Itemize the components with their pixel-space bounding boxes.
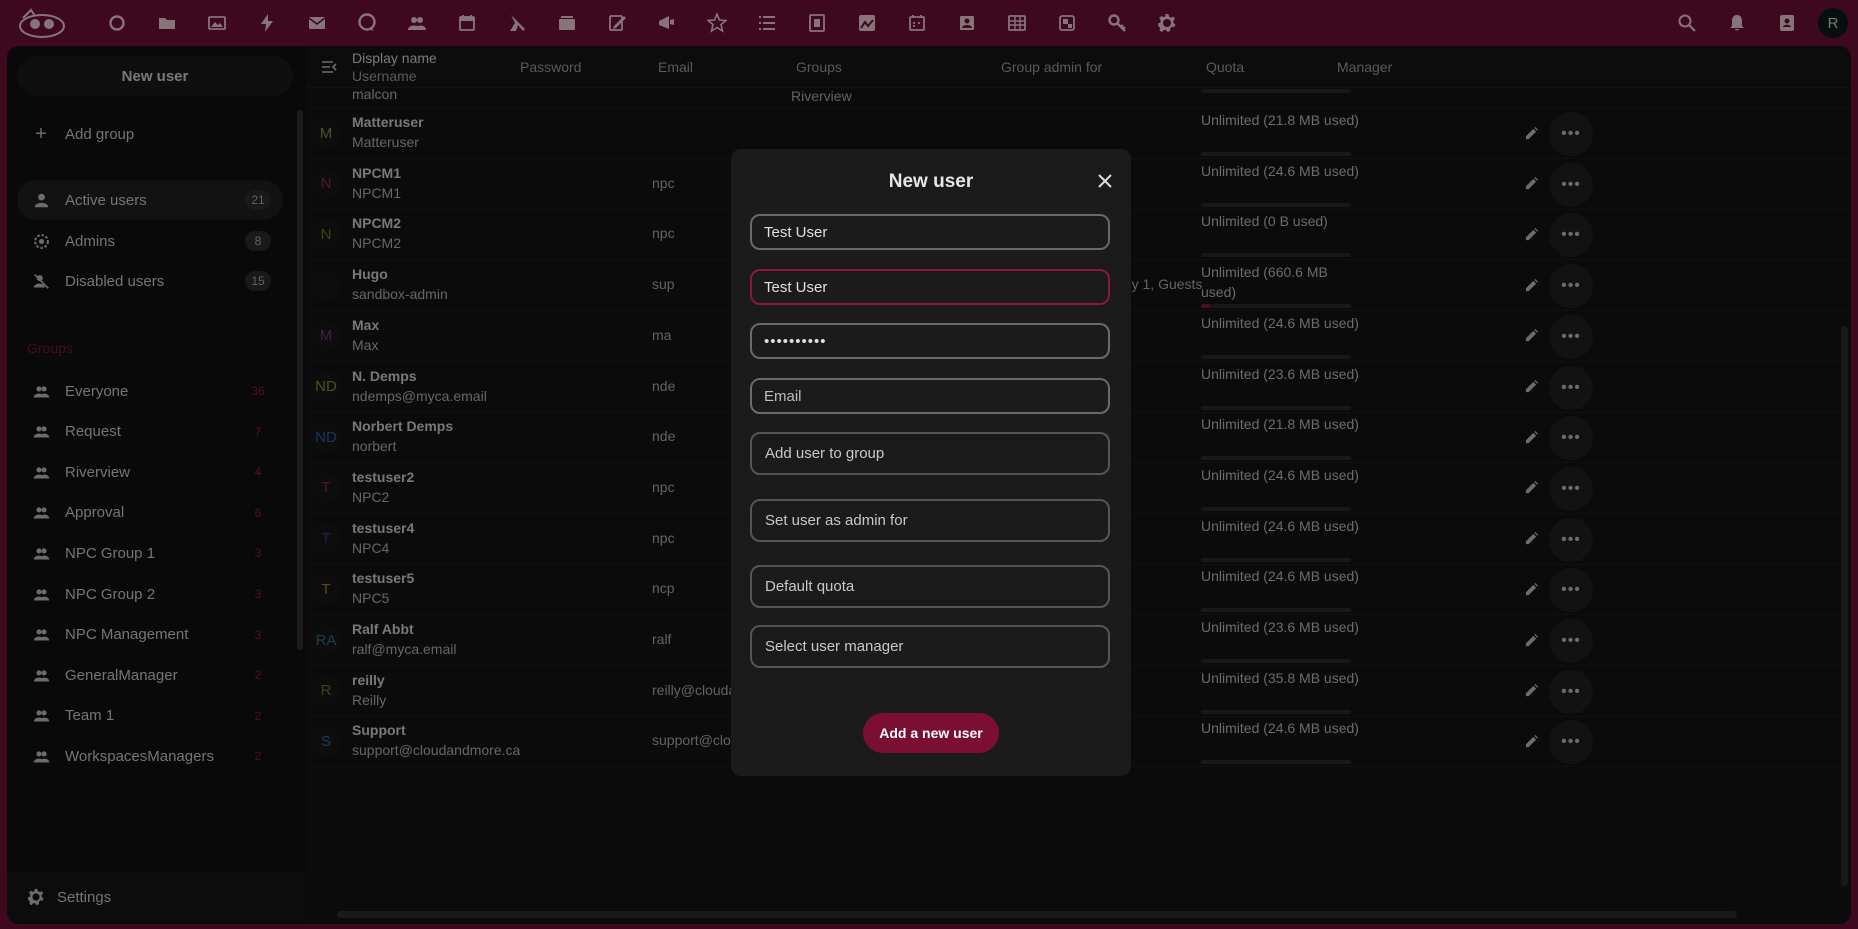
username-field[interactable] [750,269,1110,305]
new-user-dialog: New user Add user to group Set user as a… [731,149,1131,776]
manager-select[interactable]: Select user manager [750,625,1110,668]
quota-select[interactable]: Default quota [750,565,1110,608]
close-icon[interactable] [1091,167,1119,195]
display-name-field[interactable] [750,214,1110,250]
groups-select[interactable]: Add user to group [750,432,1110,475]
manager-select-placeholder: Select user manager [765,638,904,655]
password-field[interactable] [750,323,1110,359]
dialog-title: New user [888,171,974,192]
email-field[interactable] [750,378,1110,414]
add-new-user-button[interactable]: Add a new user [863,713,999,753]
admin-groups-select-placeholder: Set user as admin for [765,512,908,529]
admin-groups-select[interactable]: Set user as admin for [750,499,1110,542]
quota-select-placeholder: Default quota [765,578,855,595]
groups-select-placeholder: Add user to group [765,445,885,462]
